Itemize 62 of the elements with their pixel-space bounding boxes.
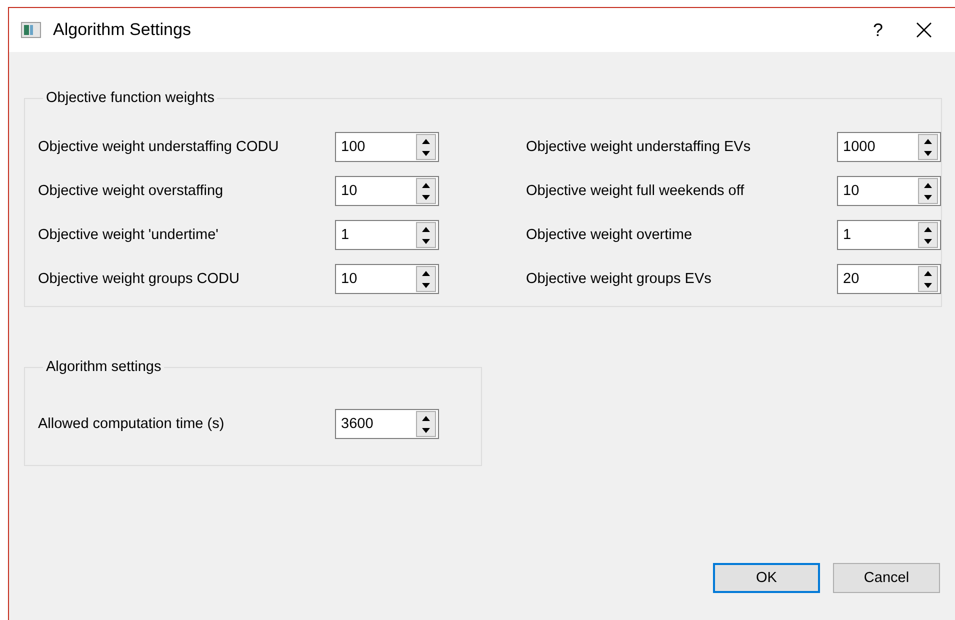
increment-button[interactable] — [417, 223, 435, 235]
number-spinbox[interactable]: 3600 — [335, 409, 439, 439]
down-arrow-icon — [422, 194, 430, 200]
cancel-button[interactable]: Cancel — [833, 563, 940, 593]
field-label: Objective weight groups EVs — [526, 271, 712, 287]
number-spinbox[interactable]: 1 — [837, 220, 941, 250]
decrement-button[interactable] — [417, 279, 435, 291]
group-title: Objective function weights — [45, 90, 216, 106]
field-label: Objective weight groups CODU — [38, 271, 240, 287]
decrement-button[interactable] — [919, 279, 937, 291]
up-arrow-icon — [924, 138, 932, 144]
field-label: Objective weight understaffing EVs — [526, 139, 752, 155]
decrement-button[interactable] — [417, 147, 435, 159]
field-label: Objective weight overstaffing — [38, 183, 224, 199]
increment-button[interactable] — [417, 412, 435, 424]
number-spinbox[interactable]: 10 — [837, 176, 941, 206]
increment-button[interactable] — [919, 223, 937, 235]
up-arrow-icon — [924, 182, 932, 188]
down-arrow-icon — [422, 238, 430, 244]
window-title: Algorithm Settings — [53, 20, 192, 40]
increment-button[interactable] — [919, 267, 937, 279]
up-arrow-icon — [422, 416, 430, 420]
down-arrow-icon — [422, 428, 430, 432]
increment-button[interactable] — [919, 179, 937, 191]
increment-button[interactable] — [417, 267, 435, 279]
field-label: Objective weight understaffing CODU — [38, 139, 280, 155]
decrement-button[interactable] — [417, 191, 435, 203]
decrement-button[interactable] — [919, 191, 937, 203]
down-arrow-icon — [924, 194, 932, 200]
decrement-button[interactable] — [919, 147, 937, 159]
up-arrow-icon — [924, 226, 932, 232]
number-spinbox[interactable]: 10 — [335, 176, 439, 206]
up-arrow-icon — [422, 270, 430, 276]
field-label: Objective weight overtime — [526, 227, 694, 243]
window-icon — [21, 22, 41, 38]
down-arrow-icon — [422, 150, 430, 156]
down-arrow-icon — [924, 150, 932, 156]
help-button[interactable]: ? — [855, 8, 901, 52]
field-label: Objective weight full weekends off — [526, 183, 746, 199]
number-spinbox[interactable]: 1000 — [837, 132, 941, 162]
decrement-button[interactable] — [919, 235, 937, 247]
field-label: Allowed computation time (s) — [38, 416, 226, 432]
number-spinbox[interactable]: 20 — [837, 264, 941, 294]
increment-button[interactable] — [417, 179, 435, 191]
field-label: Objective weight 'undertime' — [38, 227, 220, 243]
up-arrow-icon — [422, 226, 430, 232]
ok-button[interactable]: OK — [713, 563, 820, 593]
number-spinbox[interactable]: 10 — [335, 264, 439, 294]
down-arrow-icon — [924, 282, 932, 288]
number-spinbox[interactable]: 1 — [335, 220, 439, 250]
up-arrow-icon — [422, 182, 430, 188]
close-icon — [916, 22, 932, 38]
group-title: Algorithm settings — [45, 359, 162, 375]
decrement-button[interactable] — [417, 424, 435, 436]
down-arrow-icon — [422, 282, 430, 288]
down-arrow-icon — [924, 238, 932, 244]
decrement-button[interactable] — [417, 235, 435, 247]
up-arrow-icon — [924, 270, 932, 276]
increment-button[interactable] — [919, 135, 937, 147]
increment-button[interactable] — [417, 135, 435, 147]
number-spinbox[interactable]: 100 — [335, 132, 439, 162]
up-arrow-icon — [422, 138, 430, 144]
